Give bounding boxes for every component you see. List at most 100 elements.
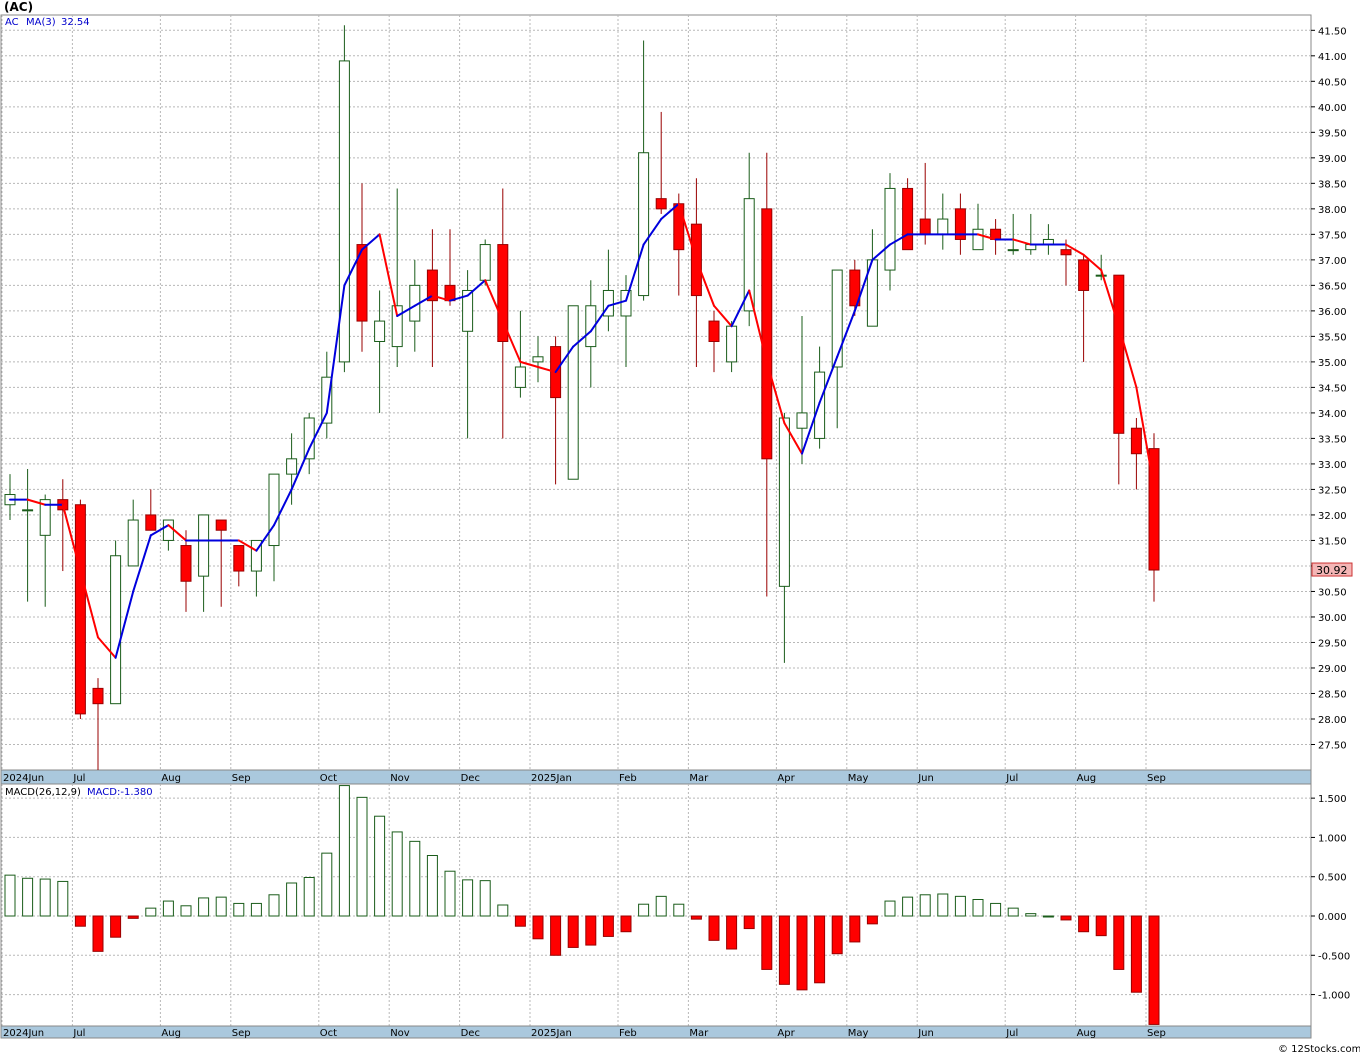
- price-tick-label: 31.50: [1318, 536, 1347, 547]
- macd-x-tick-label: Jun: [917, 1028, 934, 1039]
- macd-bar: [250, 902, 262, 917]
- price-x-tick-label: Jun: [917, 773, 934, 784]
- macd-x-tick-label: Oct: [320, 1028, 337, 1039]
- price-tick-label: 35.50: [1318, 332, 1347, 343]
- macd-bar: [180, 905, 192, 917]
- price-tick-label: 30.00: [1318, 613, 1347, 624]
- macd-bar: [1148, 915, 1160, 1025]
- price-tick-label: 39.50: [1318, 128, 1347, 139]
- macd-x-tick-label: Jul: [1005, 1028, 1018, 1039]
- macd-x-tick-label: 2024Jun: [3, 1028, 44, 1039]
- price-tick-label: 33.50: [1318, 434, 1347, 445]
- ma-label: MA(3): [26, 17, 56, 28]
- macd-bar: [673, 903, 685, 917]
- macd-x-tick-label: Sep: [232, 1028, 251, 1039]
- candle-body: [1060, 249, 1072, 256]
- macd-bar: [954, 895, 966, 917]
- price-tick-label: 38.00: [1318, 205, 1347, 216]
- macd-tick-label: -1.000: [1318, 991, 1350, 1002]
- candle-body: [22, 509, 34, 512]
- candle-body: [268, 473, 280, 547]
- macd-x-tick-label: May: [848, 1028, 869, 1039]
- macd-bar: [831, 915, 843, 955]
- price-x-tick-label: Nov: [390, 773, 410, 784]
- macd-x-tick-label: Aug: [1077, 1028, 1097, 1039]
- price-tick-label: 38.50: [1318, 179, 1347, 190]
- price-x-tick-label: Jul: [72, 773, 85, 784]
- candle-body: [145, 514, 157, 531]
- macd-x-tick-label: Nov: [390, 1028, 410, 1039]
- price-tick-label: 29.00: [1318, 664, 1347, 675]
- price-tick-label: 37.00: [1318, 256, 1347, 267]
- macd-bar: [514, 915, 526, 927]
- macd-tick-label: 1.500: [1318, 794, 1347, 805]
- macd-bar: [286, 882, 298, 917]
- price-x-axis-band: [0, 769, 1312, 785]
- macd-bar: [849, 915, 861, 943]
- macd-bar: [110, 915, 122, 938]
- macd-bar: [814, 915, 826, 984]
- price-tick-label: 29.50: [1318, 638, 1347, 649]
- candle-body: [532, 356, 544, 363]
- price-tick-label: 34.50: [1318, 383, 1347, 394]
- price-tick-label: 36.50: [1318, 281, 1347, 292]
- macd-bar: [127, 915, 139, 919]
- candle-body: [198, 514, 210, 577]
- price-x-tick-label: Mar: [689, 773, 709, 784]
- macd-x-axis-band: [0, 1025, 1312, 1039]
- macd-bar: [743, 915, 755, 930]
- candle-body: [726, 325, 738, 363]
- price-tick-label: 36.00: [1318, 307, 1347, 318]
- macd-legend: MACD(26,12,9) MACD:-1.380: [5, 787, 153, 798]
- candle-body: [708, 320, 720, 342]
- macd-bar: [74, 915, 86, 927]
- macd-bar: [1078, 915, 1090, 933]
- macd-label: MACD(26,12,9): [5, 787, 81, 798]
- price-x-tick-label: May: [848, 773, 869, 784]
- macd-tick-label: 0.500: [1318, 873, 1347, 884]
- macd-bar: [690, 915, 702, 920]
- stock-chart: (AC) 27.50 28.00 28.50 29.00 29.50 30.00 30.50…: [0, 0, 1360, 1056]
- macd-x-tick-label: Aug: [161, 1028, 181, 1039]
- last-price-label: 30.92: [1316, 564, 1348, 577]
- candle-body: [937, 218, 949, 235]
- macd-bar: [39, 878, 51, 917]
- macd-bar: [1095, 915, 1107, 937]
- macd-x-tick-label: 2025Jan: [531, 1028, 572, 1039]
- price-tick-label: 40.00: [1318, 103, 1347, 114]
- macd-bar: [198, 897, 210, 917]
- price-x-tick-label: Jul: [1005, 773, 1018, 784]
- candle-body: [796, 412, 808, 429]
- macd-tick-label: 0.000: [1318, 912, 1347, 923]
- macd-bar: [303, 877, 315, 917]
- candle-body: [303, 417, 315, 460]
- macd-tick-label: -0.500: [1318, 951, 1350, 962]
- macd-bar: [937, 893, 949, 917]
- macd-bar: [550, 915, 562, 956]
- price-x-tick-label: Oct: [320, 773, 337, 784]
- macd-x-tick-label: Mar: [689, 1028, 709, 1039]
- price-x-tick-label: Apr: [777, 773, 795, 784]
- candle-body: [884, 187, 896, 271]
- macd-bar: [356, 796, 368, 917]
- macd-bar: [1113, 915, 1125, 970]
- price-x-tick-label: Feb: [619, 773, 637, 784]
- macd-bar: [1007, 907, 1019, 917]
- candle-body: [1095, 274, 1107, 277]
- macd-bar: [761, 915, 773, 970]
- macd-bar: [409, 840, 421, 917]
- price-tick-label: 39.00: [1318, 154, 1347, 165]
- macd-bar: [1042, 915, 1054, 918]
- macd-bar: [426, 855, 438, 917]
- price-tick-label: 28.50: [1318, 689, 1347, 700]
- macd-bar: [215, 896, 227, 917]
- macd-bar: [726, 915, 738, 950]
- macd-bar: [4, 874, 16, 917]
- price-tick-label: 32.50: [1318, 485, 1347, 496]
- price-x-tick-label: Sep: [232, 773, 251, 784]
- macd-bar: [145, 907, 157, 917]
- price-x-tick-label: Aug: [161, 773, 181, 784]
- candle-body: [655, 198, 667, 210]
- price-x-tick-label: 2025Jan: [531, 773, 572, 784]
- price-tick-label: 32.00: [1318, 511, 1347, 522]
